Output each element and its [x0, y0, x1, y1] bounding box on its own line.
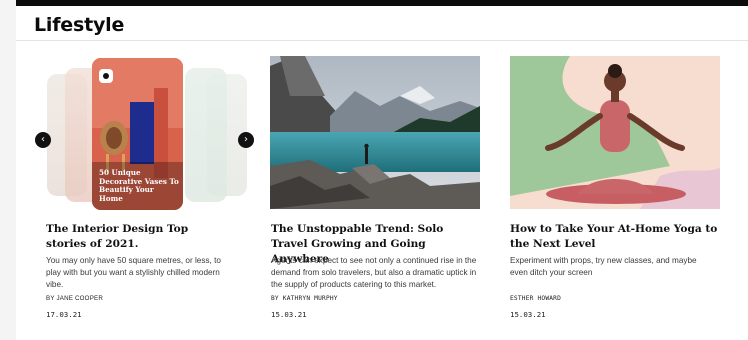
article-excerpt: Experiment with props, try new classes, …	[510, 256, 697, 278]
article-date: 15.03.21	[510, 310, 546, 319]
carousel-prev-button[interactable]: ‹	[35, 132, 51, 148]
article-title[interactable]: The Interior Design Top stories of 2021.	[46, 222, 230, 252]
lifestyle-section: Lifestyle 50 Unique Decorative Vases To …	[16, 6, 748, 340]
article-excerpt: You may only have 50 square metres, or l…	[46, 256, 221, 290]
stories-carousel[interactable]: 50 Unique Decorative Vases To Beautify Y…	[35, 56, 255, 216]
active-story-card[interactable]: 50 Unique Decorative Vases To Beautify Y…	[92, 58, 183, 210]
article-date: 15.03.21	[271, 310, 307, 319]
story-label: 50 Unique Decorative Vases To Beautify Y…	[99, 168, 179, 203]
article-date: 17.03.21	[46, 310, 82, 319]
yoga-image[interactable]	[510, 56, 720, 209]
story-thumb-next-1	[185, 68, 227, 202]
article-byline: ESTHER HOWARD	[510, 295, 562, 302]
travel-image[interactable]	[270, 56, 480, 209]
article-excerpt: Agents can expect to see not only a cont…	[271, 256, 477, 290]
story-logo-icon	[99, 69, 113, 83]
article-byline: BY KATHRYN MURPHY	[271, 295, 338, 302]
article-byline: BY JANE COOPER	[46, 295, 104, 302]
section-divider	[16, 40, 748, 41]
carousel-next-button[interactable]: ›	[238, 132, 254, 148]
section-title: Lifestyle	[34, 14, 125, 36]
article-title[interactable]: How to Take Your At-Home Yoga to the Nex…	[510, 222, 730, 252]
